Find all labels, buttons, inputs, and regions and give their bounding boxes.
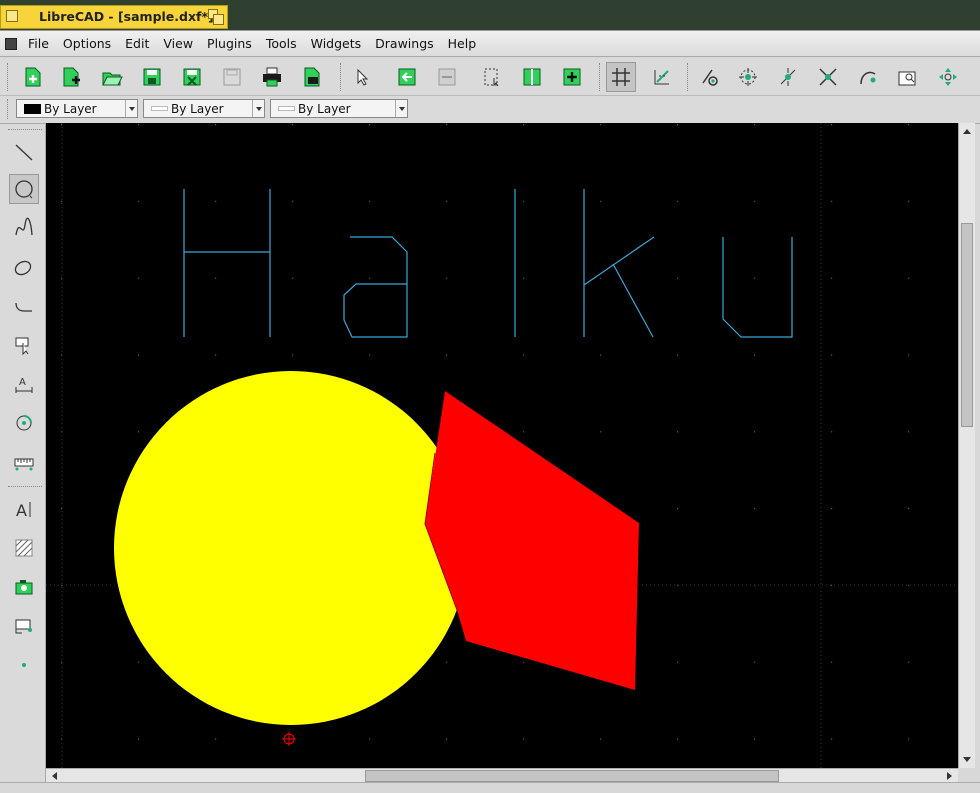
color-swatch	[24, 103, 41, 114]
pen-color-select[interactable]: By Layer	[16, 99, 138, 118]
toolbar-grip[interactable]	[599, 63, 603, 91]
menu-tools[interactable]: Tools	[259, 36, 304, 51]
save-disabled-icon	[217, 62, 247, 92]
menu-drawings[interactable]: Drawings	[368, 36, 441, 51]
toolbar-grip[interactable]	[7, 99, 11, 119]
circle-tool-icon[interactable]	[9, 174, 39, 204]
svg-text:A: A	[16, 501, 27, 520]
menu-bar: File Options Edit View Plugins Tools Wid…	[0, 31, 980, 57]
add-block-icon[interactable]	[557, 62, 587, 92]
pen-type-label: By Layer	[298, 101, 351, 116]
menu-widgets[interactable]: Widgets	[304, 36, 369, 51]
point-tool-icon[interactable]	[9, 650, 39, 680]
image-tool-icon[interactable]	[9, 572, 39, 602]
scroll-right-icon[interactable]	[944, 770, 956, 782]
new-from-template-icon[interactable]	[57, 62, 87, 92]
pen-type-select[interactable]: By Layer	[270, 99, 408, 118]
line-width-swatch	[151, 106, 168, 111]
modify-tool-icon[interactable]	[9, 408, 39, 438]
block-disabled-icon	[432, 62, 462, 92]
window-title: LibreCAD - [sample.dxf*]	[39, 9, 214, 24]
block-insert-icon[interactable]	[392, 62, 422, 92]
toolbox-separator	[8, 486, 42, 487]
menu-edit[interactable]: Edit	[118, 36, 156, 51]
app-menu-icon[interactable]	[5, 37, 17, 50]
status-bar	[0, 782, 980, 793]
measure-tool-icon[interactable]	[9, 447, 39, 477]
chevron-down-icon[interactable]	[125, 100, 137, 117]
zoom-window-icon[interactable]	[893, 62, 923, 92]
chevron-down-icon[interactable]	[395, 100, 407, 117]
polyline-tool-icon[interactable]	[9, 291, 39, 321]
zoom-pan-icon[interactable]	[933, 62, 963, 92]
print-icon[interactable]	[257, 62, 287, 92]
pen-toolbar: By Layer By Layer By Layer	[0, 96, 980, 124]
save-icon[interactable]	[137, 62, 167, 92]
drawing-svg[interactable]	[46, 123, 958, 768]
line-type-swatch	[278, 106, 295, 111]
horizontal-scrollbar[interactable]	[46, 768, 958, 783]
scroll-up-icon[interactable]	[961, 125, 973, 137]
pen-width-label: By Layer	[171, 101, 224, 116]
snap-tangent-icon[interactable]	[853, 62, 883, 92]
snap-endpoint-icon[interactable]	[773, 62, 803, 92]
menu-file[interactable]: File	[21, 36, 56, 51]
select-pointer-icon[interactable]	[346, 62, 376, 92]
spline-tool-icon[interactable]	[9, 213, 39, 243]
block-tool-icon[interactable]	[9, 611, 39, 641]
draft-mode-icon[interactable]	[647, 62, 677, 92]
tool-options-sidebar: A A	[0, 124, 46, 792]
scroll-left-icon[interactable]	[48, 770, 60, 782]
pen-width-select[interactable]: By Layer	[143, 99, 265, 118]
select-tool-icon[interactable]	[9, 330, 39, 360]
svg-text:A: A	[19, 377, 26, 388]
vertical-scrollbar[interactable]	[958, 123, 975, 768]
line-tool-icon[interactable]	[9, 137, 39, 167]
yellow-circle[interactable]	[114, 371, 468, 725]
zoom-box-icon[interactable]	[208, 9, 224, 25]
menu-plugins[interactable]: Plugins	[200, 36, 259, 51]
chevron-down-icon[interactable]	[252, 100, 264, 117]
dimension-tool-icon[interactable]: A	[9, 369, 39, 399]
pen-color-label: By Layer	[44, 101, 97, 116]
toolbox-grip[interactable]	[8, 129, 42, 130]
print-preview-icon[interactable]	[297, 62, 327, 92]
open-file-icon[interactable]	[97, 62, 127, 92]
save-as-icon[interactable]	[177, 62, 207, 92]
close-box-icon[interactable]	[6, 10, 18, 22]
snap-intersection-icon[interactable]	[813, 62, 843, 92]
select-window-icon[interactable]	[477, 62, 507, 92]
toolbar-grip[interactable]	[7, 63, 11, 91]
main-toolbar	[0, 58, 980, 96]
menu-help[interactable]: Help	[441, 36, 484, 51]
new-file-icon[interactable]	[18, 62, 48, 92]
layer-panel-icon[interactable]	[517, 62, 547, 92]
window-title-tab[interactable]: LibreCAD - [sample.dxf*]	[0, 5, 228, 29]
scroll-down-icon[interactable]	[961, 754, 973, 766]
menu-view[interactable]: View	[156, 36, 200, 51]
menu-options[interactable]: Options	[56, 36, 118, 51]
grid-icon[interactable]	[606, 62, 636, 92]
toolbar-grip[interactable]	[340, 63, 344, 91]
toolbar-grip[interactable]	[687, 63, 691, 91]
snap-free-icon[interactable]	[694, 62, 724, 92]
vertical-scroll-thumb[interactable]	[961, 223, 973, 427]
snap-grid-icon[interactable]	[733, 62, 763, 92]
ellipse-tool-icon[interactable]	[9, 252, 39, 282]
text-tool-icon[interactable]: A	[9, 494, 39, 524]
hatch-tool-icon[interactable]	[9, 533, 39, 563]
main-window: File Options Edit View Plugins Tools Wid…	[0, 30, 980, 793]
horizontal-scroll-thumb[interactable]	[365, 770, 779, 782]
drawing-canvas[interactable]	[46, 123, 958, 768]
